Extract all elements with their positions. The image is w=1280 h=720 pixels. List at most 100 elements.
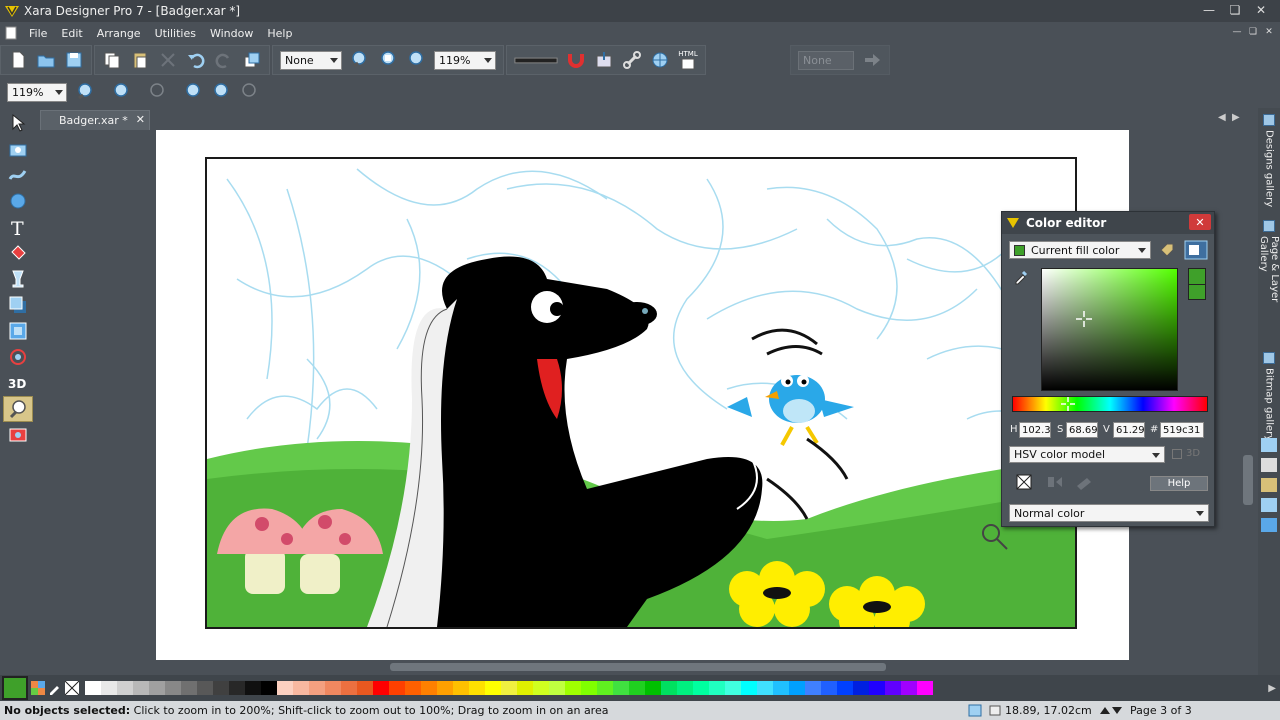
palette-swatch[interactable] (405, 681, 421, 695)
no-color-swatch-icon[interactable] (65, 681, 79, 695)
html-export-button[interactable]: HTML (674, 47, 702, 73)
snap-status-icon[interactable] (988, 704, 1002, 717)
selector-tool[interactable] (3, 110, 33, 136)
palette-swatch[interactable] (293, 681, 309, 695)
zoom-tool[interactable] (3, 396, 33, 422)
horizontal-scrollbar[interactable] (40, 660, 1258, 674)
doc-minimize-button[interactable]: — (1230, 25, 1244, 39)
palette-swatch[interactable] (837, 681, 853, 695)
palette-swatch[interactable] (661, 681, 677, 695)
palette-swatch[interactable] (709, 681, 725, 695)
menu-utilities[interactable]: Utilities (148, 27, 203, 40)
link-button[interactable] (618, 47, 646, 73)
3d-tool[interactable]: 3D (3, 370, 33, 396)
maximize-button[interactable]: ❏ (1222, 0, 1248, 20)
preview-browser-button[interactable] (646, 47, 674, 73)
palette-swatch[interactable] (149, 681, 165, 695)
palette-swatch[interactable] (437, 681, 453, 695)
zoom-page-info-button[interactable] (207, 79, 235, 105)
palette-swatch[interactable] (869, 681, 885, 695)
tab-scroll-left-icon[interactable]: ◀ (1218, 112, 1226, 123)
color-type-select[interactable]: Normal color (1009, 504, 1209, 522)
palette-swatch[interactable] (805, 681, 821, 695)
badger-artwork[interactable] (205, 157, 1077, 629)
palette-scroll-right-icon[interactable]: ▶ (1268, 683, 1276, 694)
bitmap-gallery-tab[interactable]: Bitmap gallery (1260, 352, 1278, 442)
contour-tool[interactable] (3, 344, 33, 370)
zoom-tool-button[interactable] (346, 47, 374, 73)
horizontal-scroll-thumb[interactable] (390, 663, 886, 671)
palette-swatch[interactable] (597, 681, 613, 695)
paste-button[interactable] (126, 47, 154, 73)
vertical-scrollbar[interactable] (1240, 110, 1256, 660)
font-gallery-icon[interactable] (1261, 458, 1277, 472)
effects-gallery-icon[interactable] (1261, 498, 1277, 512)
color-model-icon[interactable] (31, 681, 45, 695)
quality-select[interactable]: None (280, 50, 342, 70)
menu-help[interactable]: Help (260, 27, 299, 40)
palette-swatch[interactable] (421, 681, 437, 695)
zoom-page-button[interactable] (374, 47, 402, 73)
color-model-select[interactable]: HSV color model (1009, 446, 1165, 463)
palette-swatch[interactable] (101, 681, 117, 695)
color-editor-titlebar[interactable]: Color editor (1002, 212, 1214, 234)
fill-tool[interactable] (3, 240, 33, 266)
palette-swatch[interactable] (245, 681, 261, 695)
bevel-tool[interactable] (3, 318, 33, 344)
text-tool[interactable]: T (3, 214, 33, 240)
minimize-button[interactable]: — (1196, 0, 1222, 20)
line-gallery-icon[interactable] (1261, 438, 1277, 452)
document-tab-close-icon[interactable]: ✕ (136, 113, 145, 126)
palette-swatch[interactable] (677, 681, 693, 695)
live-effects-tool[interactable] (3, 422, 33, 448)
document-tab[interactable]: Badger.xar * ✕ (40, 110, 150, 130)
redo-button[interactable] (210, 47, 238, 73)
render-quality-icon[interactable] (968, 704, 982, 717)
palette-swatch[interactable] (357, 681, 373, 695)
open-button[interactable] (32, 47, 60, 73)
palette-swatch[interactable] (773, 681, 789, 695)
shadow-tool[interactable] (3, 292, 33, 318)
name-gallery-icon[interactable] (1261, 478, 1277, 492)
vertical-scroll-thumb[interactable] (1243, 455, 1253, 505)
palette-swatch[interactable] (501, 681, 517, 695)
current-color-swatch[interactable] (2, 676, 28, 700)
palette-swatch[interactable] (629, 681, 645, 695)
zoom-drawing-button[interactable] (402, 47, 430, 73)
palette-swatch[interactable] (613, 681, 629, 695)
color-editor-close-button[interactable]: ✕ (1189, 214, 1211, 230)
photo-tool[interactable] (3, 136, 33, 162)
palette-swatch[interactable] (117, 681, 133, 695)
hex-input[interactable]: 519c31 (1160, 422, 1204, 438)
palette-swatch[interactable] (197, 681, 213, 695)
save-button[interactable] (60, 47, 88, 73)
palette-swatch[interactable] (165, 681, 181, 695)
palette-swatch[interactable] (453, 681, 469, 695)
fill-gallery-icon[interactable] (1261, 518, 1277, 532)
export-button[interactable] (590, 47, 618, 73)
snap-button[interactable] (562, 47, 590, 73)
document-icon[interactable] (4, 26, 18, 40)
palette-swatch[interactable] (485, 681, 501, 695)
palette-swatch[interactable] (133, 681, 149, 695)
palette-swatch[interactable] (741, 681, 757, 695)
new-button[interactable] (4, 47, 32, 73)
palette-swatch[interactable] (213, 681, 229, 695)
zoom-spread-button[interactable] (179, 79, 207, 105)
undo-button[interactable] (182, 47, 210, 73)
palette-swatch[interactable] (533, 681, 549, 695)
no-color-icon[interactable] (1016, 474, 1032, 490)
palette-swatch[interactable] (549, 681, 565, 695)
palette-swatch[interactable] (645, 681, 661, 695)
page-nav-icon[interactable] (1098, 705, 1124, 716)
palette-swatch[interactable] (277, 681, 293, 695)
color-editor-menu-icon[interactable] (1184, 240, 1208, 260)
zoom-select[interactable]: 119% (434, 50, 496, 70)
palette-swatch[interactable] (693, 681, 709, 695)
palette-swatch[interactable] (309, 681, 325, 695)
palette-swatch[interactable] (325, 681, 341, 695)
s-input[interactable]: 68.69 (1066, 422, 1098, 438)
tab-scroll-right-icon[interactable]: ▶ (1232, 112, 1240, 123)
palette-swatch[interactable] (517, 681, 533, 695)
zoom-to-objects-button[interactable] (71, 79, 99, 105)
